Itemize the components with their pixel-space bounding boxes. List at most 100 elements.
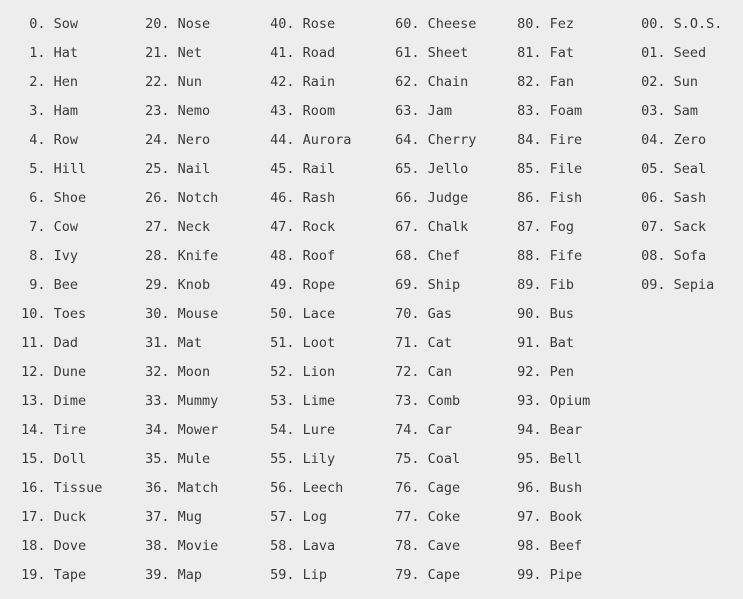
peg-entry: 63. Jam <box>387 97 452 126</box>
peg-key: 24 <box>145 132 162 148</box>
peg-separator: . <box>161 16 170 32</box>
peg-entry: 45. Rail <box>262 155 335 184</box>
peg-separator: . <box>37 103 46 119</box>
peg-separator: . <box>286 538 295 554</box>
peg-word: Rope <box>302 277 336 293</box>
peg-key: 29 <box>145 277 162 293</box>
peg-separator: . <box>657 248 666 264</box>
peg-separator: . <box>533 422 542 438</box>
peg-separator: . <box>37 451 46 467</box>
peg-key: 10 <box>21 306 38 322</box>
peg-word: Dime <box>53 393 87 409</box>
peg-word: Cat <box>427 335 453 351</box>
peg-key: 3 <box>29 103 38 119</box>
peg-word: Mug <box>177 509 203 525</box>
peg-word: Rain <box>302 74 336 90</box>
peg-separator: . <box>37 219 46 235</box>
peg-separator: . <box>533 248 542 264</box>
peg-word: Rose <box>302 16 336 32</box>
peg-entry: 7. Cow <box>13 213 78 242</box>
peg-key: 20 <box>145 16 162 32</box>
peg-key: 74 <box>395 422 412 438</box>
peg-separator: . <box>161 103 170 119</box>
peg-word: File <box>549 161 583 177</box>
peg-entry: 88. Fife <box>509 242 582 271</box>
peg-separator: . <box>161 74 170 90</box>
peg-word: Chain <box>427 74 469 90</box>
peg-key: 43 <box>270 103 287 119</box>
peg-entry: 28. Knife <box>137 242 218 271</box>
peg-key: 58 <box>270 538 287 554</box>
peg-entry: 53. Lime <box>262 387 335 416</box>
peg-separator: . <box>411 306 420 322</box>
peg-key: 33 <box>145 393 162 409</box>
peg-key: 19 <box>21 567 38 583</box>
peg-word: Cherry <box>427 132 477 148</box>
peg-separator: . <box>161 567 170 583</box>
peg-entry: 92. Pen <box>509 358 574 387</box>
peg-key: 03 <box>641 103 658 119</box>
peg-entry: 74. Car <box>387 416 452 445</box>
peg-key: 39 <box>145 567 162 583</box>
peg-entry: 09. Sepia <box>633 271 714 300</box>
peg-key: 64 <box>395 132 412 148</box>
peg-key: 55 <box>270 451 287 467</box>
peg-separator: . <box>37 190 46 206</box>
peg-word: Leech <box>302 480 344 496</box>
peg-entry: 24. Nero <box>137 126 210 155</box>
peg-separator: . <box>533 103 542 119</box>
peg-key: 82 <box>517 74 534 90</box>
peg-separator: . <box>161 451 170 467</box>
peg-key: 87 <box>517 219 534 235</box>
peg-separator: . <box>411 277 420 293</box>
peg-word: Knob <box>177 277 211 293</box>
peg-entry: 67. Chalk <box>387 213 468 242</box>
peg-key: 02 <box>641 74 658 90</box>
peg-separator: . <box>37 277 46 293</box>
peg-separator: . <box>37 16 46 32</box>
peg-key: 0 <box>29 16 38 32</box>
peg-entry: 75. Coal <box>387 445 460 474</box>
peg-separator: . <box>286 306 295 322</box>
peg-entry: 32. Moon <box>137 358 210 387</box>
peg-word: Room <box>302 103 336 119</box>
peg-key: 5 <box>29 161 38 177</box>
peg-entry: 08. Sofa <box>633 242 706 271</box>
peg-word: Sash <box>673 190 707 206</box>
peg-separator: . <box>286 45 295 61</box>
peg-word: Dune <box>53 364 87 380</box>
peg-separator: . <box>161 248 170 264</box>
peg-key: 34 <box>145 422 162 438</box>
peg-separator: . <box>657 161 666 177</box>
peg-entry: 00. S.O.S. <box>633 10 722 39</box>
peg-entry: 44. Aurora <box>262 126 351 155</box>
peg-entry: 11. Dad <box>13 329 78 358</box>
peg-separator: . <box>411 103 420 119</box>
peg-key: 79 <box>395 567 412 583</box>
peg-key: 1 <box>29 45 38 61</box>
peg-separator: . <box>533 45 542 61</box>
peg-entry: 98. Beef <box>509 532 582 561</box>
peg-key: 09 <box>641 277 658 293</box>
peg-entry: 66. Judge <box>387 184 468 213</box>
peg-entry: 78. Cave <box>387 532 460 561</box>
peg-entry: 6. Shoe <box>13 184 86 213</box>
peg-entry: 23. Nemo <box>137 97 210 126</box>
peg-key: 00 <box>641 16 658 32</box>
peg-entry: 47. Rock <box>262 213 335 242</box>
peg-key: 69 <box>395 277 412 293</box>
peg-word: Aurora <box>302 132 352 148</box>
peg-key: 05 <box>641 161 658 177</box>
peg-word: Tire <box>53 422 87 438</box>
peg-key: 91 <box>517 335 534 351</box>
peg-separator: . <box>161 480 170 496</box>
peg-entry: 22. Nun <box>137 68 202 97</box>
peg-separator: . <box>37 161 46 177</box>
peg-separator: . <box>161 161 170 177</box>
peg-entry: 3. Ham <box>13 97 78 126</box>
peg-word: Coke <box>427 509 461 525</box>
peg-separator: . <box>411 190 420 206</box>
peg-entry: 42. Rain <box>262 68 335 97</box>
peg-word: Chalk <box>427 219 469 235</box>
peg-key: 28 <box>145 248 162 264</box>
